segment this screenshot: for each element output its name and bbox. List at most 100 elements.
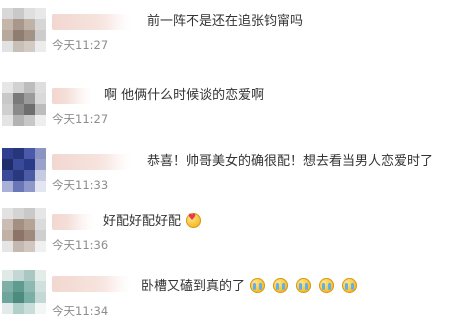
- avatar[interactable]: [2, 208, 46, 252]
- avatar-pixel: [24, 219, 35, 230]
- avatar-pixel: [24, 82, 35, 93]
- comment-text-content: 好配好配好配: [103, 214, 182, 229]
- avatar-pixel: [13, 170, 24, 181]
- avatar-pixel: [35, 104, 46, 115]
- avatar[interactable]: [2, 270, 46, 314]
- avatar-pixel: [13, 104, 24, 115]
- username-blurred[interactable]: [52, 154, 134, 170]
- avatar-pixel: [24, 41, 35, 52]
- avatar-pixel: [13, 148, 24, 159]
- avatar-pixel: [24, 181, 35, 192]
- avatar-pixel: [2, 115, 13, 126]
- avatar-pixel: [24, 19, 35, 30]
- avatar-pixel: [35, 82, 46, 93]
- avatar-pixel: [24, 241, 35, 252]
- avatar-pixel: [35, 8, 46, 19]
- comment-item: 卧槽又磕到真的了 今天11:34: [0, 270, 450, 330]
- avatar-pixel: [13, 30, 24, 41]
- avatar-pixel: [24, 104, 35, 115]
- avatar-pixel: [24, 8, 35, 19]
- avatar-pixel: [2, 303, 13, 314]
- avatar-pixel: [13, 281, 24, 292]
- comment-time: 今天11:27: [52, 38, 109, 52]
- avatar-pixel: [2, 30, 13, 41]
- avatar-pixel: [13, 208, 24, 219]
- avatar-pixel: [35, 281, 46, 292]
- avatar-pixel: [13, 93, 24, 104]
- comment-time: 今天11:27: [52, 112, 109, 126]
- crying-emoji-icon: [250, 278, 266, 293]
- avatar-pixel: [2, 219, 13, 230]
- comment-text-content: 卧槽又磕到真的了: [141, 279, 246, 294]
- avatar-pixel: [24, 230, 35, 241]
- avatar-pixel: [13, 115, 24, 126]
- avatar-pixel: [24, 93, 35, 104]
- comment-text: 啊 他俩什么时候谈的恋爱啊: [104, 88, 265, 103]
- avatar-pixel: [35, 159, 46, 170]
- username-blurred[interactable]: [52, 276, 134, 292]
- avatar-pixel: [35, 19, 46, 30]
- username-blurred[interactable]: [52, 14, 134, 30]
- avatar-pixel: [35, 170, 46, 181]
- avatar-pixel: [13, 219, 24, 230]
- avatar-pixel: [35, 148, 46, 159]
- avatar-pixel: [24, 208, 35, 219]
- avatar-pixel: [35, 30, 46, 41]
- avatar-pixel: [2, 82, 13, 93]
- avatar-pixel: [2, 208, 13, 219]
- avatar-pixel: [35, 219, 46, 230]
- avatar-pixel: [24, 159, 35, 170]
- avatar-pixel: [35, 41, 46, 52]
- avatar-pixel: [13, 19, 24, 30]
- avatar-pixel: [13, 270, 24, 281]
- avatar-pixel: [24, 281, 35, 292]
- crying-emoji-icon: [319, 278, 335, 293]
- avatar-pixel: [2, 230, 13, 241]
- username-blurred[interactable]: [52, 214, 96, 230]
- avatar-pixel: [35, 292, 46, 303]
- avatar-pixel: [13, 303, 24, 314]
- avatar[interactable]: [2, 8, 46, 52]
- avatar-pixel: [2, 159, 13, 170]
- avatar-pixel: [35, 93, 46, 104]
- avatar-pixel: [35, 115, 46, 126]
- comment-text: 恭喜！帅哥美女的确很配！想去看当男人恋爱时了: [147, 154, 434, 169]
- comment-item: 恭喜！帅哥美女的确很配！想去看当男人恋爱时了 今天11:33: [0, 148, 450, 208]
- crying-emoji-icon: [296, 278, 312, 293]
- avatar[interactable]: [2, 82, 46, 126]
- avatar-pixel: [13, 241, 24, 252]
- avatar-pixel: [13, 41, 24, 52]
- avatar-pixel: [2, 148, 13, 159]
- comment-time: 今天11:33: [52, 178, 109, 192]
- avatar-pixel: [2, 241, 13, 252]
- comment-item: 啊 他俩什么时候谈的恋爱啊 今天11:27: [0, 82, 450, 142]
- comment-text: 前一阵不是还在追张钧甯吗: [147, 14, 304, 29]
- avatar-pixel: [13, 8, 24, 19]
- avatar-pixel: [2, 93, 13, 104]
- avatar-pixel: [35, 241, 46, 252]
- avatar-pixel: [35, 181, 46, 192]
- comment-text: 卧槽又磕到真的了: [141, 278, 358, 296]
- avatar[interactable]: [2, 148, 46, 192]
- comment-item: 好配好配好配 今天11:36: [0, 208, 450, 268]
- avatar-pixel: [35, 303, 46, 314]
- comment-item: 前一阵不是还在追张钧甯吗 今天11:27: [0, 8, 450, 68]
- username-blurred[interactable]: [52, 88, 94, 104]
- avatar-pixel: [2, 8, 13, 19]
- heart-eyes-emoji-icon: [186, 213, 202, 228]
- avatar-pixel: [2, 181, 13, 192]
- avatar-pixel: [24, 170, 35, 181]
- comment-text: 好配好配好配: [103, 213, 202, 231]
- avatar-pixel: [2, 292, 13, 303]
- avatar-pixel: [24, 303, 35, 314]
- avatar-pixel: [13, 292, 24, 303]
- avatar-pixel: [2, 41, 13, 52]
- avatar-pixel: [2, 170, 13, 181]
- avatar-pixel: [2, 19, 13, 30]
- avatar-pixel: [24, 30, 35, 41]
- avatar-pixel: [2, 270, 13, 281]
- avatar-pixel: [24, 148, 35, 159]
- crying-emoji-icon: [273, 278, 289, 293]
- avatar-pixel: [2, 281, 13, 292]
- avatar-pixel: [13, 159, 24, 170]
